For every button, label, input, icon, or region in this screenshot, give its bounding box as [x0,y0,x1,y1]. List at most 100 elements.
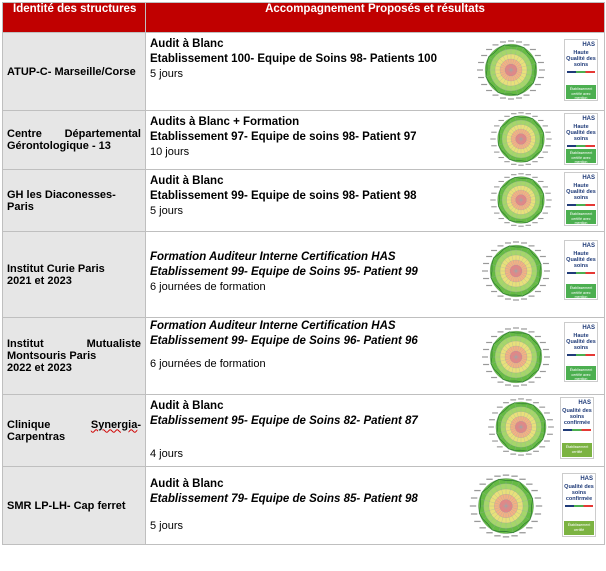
structure-name-cell: Centre Départemental Gérontologique - 13 [2,110,146,170]
radar-label-placeholder [486,284,493,287]
structure-name-cell: Clinique Synergia- Carpentras [2,394,146,467]
radar-label-placeholder [491,206,497,208]
radar-label-placeholder [498,217,504,220]
badge-footer: Établissement certifié [564,521,594,535]
radar-label-placeholder [483,348,490,351]
radar-label-placeholder [479,527,486,529]
table-row: Clinique Synergia- Carpentras Audit à Bl… [2,394,605,467]
radar-label-placeholder [494,535,501,537]
radar-label-placeholder [494,475,501,477]
radar-label-placeholder [533,450,539,452]
radar-label-placeholder [470,497,478,499]
radar-label-placeholder [525,224,531,226]
radar-label-placeholder [497,381,504,383]
radar-label-placeholder [516,41,523,43]
radar-label-placeholder [528,331,535,333]
has-certification-badge: HAS Haute Qualité des soins Établissement … [564,113,598,165]
radar-label-placeholder [489,433,495,435]
radar-label-placeholder [496,446,503,448]
header-identite: Identité des structures [2,2,146,33]
badge-stripe [567,354,595,356]
result-cell: Audit à Blanc Etablissement 79- Equipe d… [145,466,605,545]
radar-label-placeholder [504,384,511,386]
radar-label-placeholder [544,412,550,414]
radar-label-placeholder [474,489,481,492]
radar-label-placeholder [492,44,499,46]
radar-label-placeholder [534,83,541,86]
radar-label-placeholder [491,192,497,194]
radar-label-placeholder [486,48,493,51]
badge-stripe [565,505,593,507]
radar-label-placeholder [523,94,530,96]
badge-title: Qualité des soins confirmée [562,408,592,426]
radar-label-placeholder [542,262,549,265]
radar-label-placeholder [538,156,544,159]
radar-label-placeholder [478,76,485,79]
radar-label-placeholder [511,535,518,537]
radar-label-placeholder [494,186,500,188]
radar-chart-thumbnail [482,327,550,387]
radar-label-placeholder [511,224,517,226]
radar-label-placeholder [516,97,523,99]
radar-label-placeholder [546,199,552,201]
radar-label-placeholder [491,249,498,252]
radar-label-placeholder [534,376,541,379]
radar-label-placeholder [499,97,506,99]
radar-label-placeholder [525,399,532,401]
badge-stripe [563,429,591,431]
result-cell: Formation Auditeur Interne Certification… [145,317,605,395]
radar-label-placeholder [545,206,551,208]
radar-label-placeholder [534,335,541,338]
radar-label-placeholder [528,295,535,297]
radar-label-placeholder [534,497,542,499]
radar-label-placeholder [513,241,519,243]
radar-label-placeholder [518,164,524,166]
radar-label-placeholder [544,356,550,358]
radar-label-placeholder [542,348,549,351]
radar-label-placeholder [492,94,499,96]
table-row: Institut Curie Paris 2021 et 2023 Format… [2,231,605,318]
radar-label-placeholder [511,475,518,477]
structure-name-cell: Institut Mutualiste Montsouris Paris 202… [2,317,146,395]
radar-label-placeholder [534,54,541,57]
radar-label-placeholder [486,341,493,344]
table-row: Institut Mutualiste Montsouris Paris 202… [2,317,605,395]
radar-label-placeholder [539,446,546,448]
badge-title: Haute Qualité des soins [566,124,596,142]
radar-label-placeholder [532,176,538,178]
table-row: Centre Départemental Gérontologique - 13… [2,110,605,170]
radar-label-placeholder [482,356,488,358]
radar-label-placeholder [491,145,497,147]
radar-label-placeholder [491,131,497,133]
radar-label-placeholder [503,402,509,404]
has-logo: HAS [582,325,595,331]
has-certification-badge: HAS Haute Qualité des soins Établissement … [564,39,598,101]
table-row: SMR LP-LH- Cap ferret Audit à Blanc Etab… [2,466,605,545]
structure-name: Institut Curie Paris [7,262,105,275]
radar-label-placeholder [486,478,493,480]
structure-name-line2: 2021 et 2023 [7,274,72,287]
has-certification-badge: HAS Qualité des soins confirmée Établissem… [560,397,594,459]
radar-label-placeholder [486,89,493,92]
radar-label-placeholder [539,69,545,71]
has-certification-badge: HAS Haute Qualité des soins Établissement … [564,240,598,300]
radar-label-placeholder [539,284,546,287]
radar-label-placeholder [519,478,526,480]
radar-label-placeholder [548,426,554,428]
radar-label-placeholder [483,262,490,265]
structure-name-line2: Carpentras [7,430,66,443]
radar-label-placeholder [526,527,533,529]
has-logo: HAS [582,175,595,181]
radar-label-placeholder [531,520,538,523]
table-header-row: Identité des structures Accompagnement P… [2,2,605,33]
radar-chart-thumbnail [477,40,545,100]
radar-label-placeholder [502,474,510,476]
radar-label-placeholder [498,156,504,159]
radar-label-placeholder [492,412,498,414]
radar-label-placeholder [542,125,548,127]
radar-label-placeholder [481,54,488,57]
radar-label-placeholder [497,245,504,247]
radar-label-placeholder [504,328,511,330]
radar-label-placeholder [481,83,488,86]
badge-stripe [567,272,595,274]
